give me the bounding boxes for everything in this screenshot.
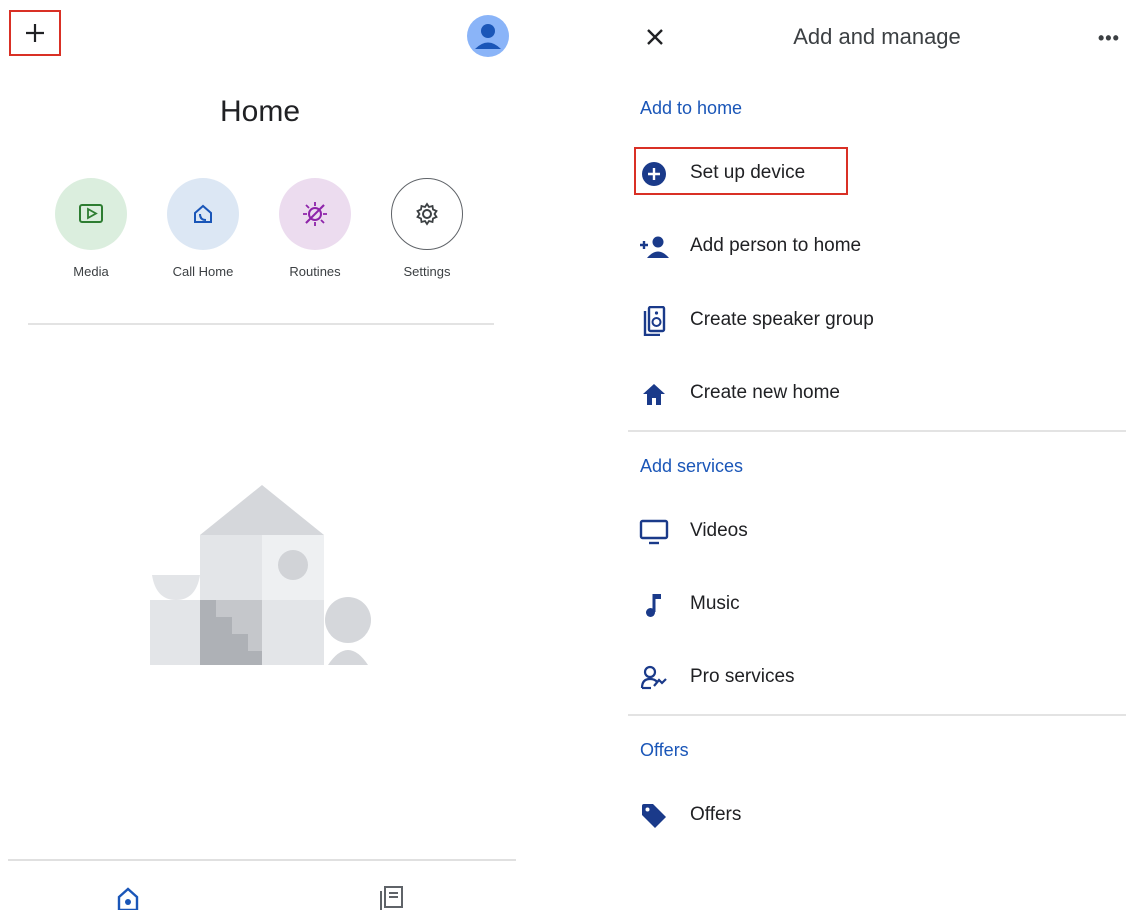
tag-icon xyxy=(642,804,666,828)
home-illustration xyxy=(150,485,371,665)
menu-item-label: Pro services xyxy=(690,666,795,687)
section-divider xyxy=(628,430,1126,432)
home-icon xyxy=(643,384,665,405)
section-add-to-home: Add to home xyxy=(640,98,743,118)
menu-item-label: Create speaker group xyxy=(690,309,874,330)
more-options-icon[interactable]: ••• xyxy=(1098,28,1120,49)
speaker-group-icon xyxy=(643,306,666,336)
shortcut-media[interactable]: Media xyxy=(36,178,146,279)
shortcut-label: Call Home xyxy=(172,264,234,279)
menu-item-pro-services[interactable]: Pro services xyxy=(628,658,1126,698)
media-icon xyxy=(79,204,103,223)
section-add-services: Add services xyxy=(640,456,744,476)
shortcut-call-home[interactable]: Call Home xyxy=(148,178,258,279)
home-screen: Home Media Call Home Routines Settings xyxy=(0,0,520,910)
feed-nav-icon[interactable] xyxy=(378,885,404,910)
menu-item-label: Create new home xyxy=(690,382,840,403)
gear-icon xyxy=(416,202,438,226)
tv-icon xyxy=(639,519,669,545)
plus-icon xyxy=(26,24,44,42)
call-home-icon xyxy=(194,204,212,223)
menu-item-label: Music xyxy=(690,593,740,614)
page-title: Add and manage xyxy=(793,24,961,49)
menu-item-label: Videos xyxy=(690,520,748,541)
menu-item-label: Set up device xyxy=(690,162,806,183)
add-circle-icon xyxy=(642,162,666,186)
bottom-nav-divider xyxy=(8,859,516,861)
menu-item-music[interactable]: Music xyxy=(628,585,1126,625)
menu-item-add-person[interactable]: Add person to home xyxy=(628,227,1126,267)
add-person-icon xyxy=(640,236,669,258)
menu-item-label: Add person to home xyxy=(690,235,862,256)
section-offers: Offers xyxy=(640,740,689,760)
avatar[interactable] xyxy=(466,14,510,58)
shortcut-label: Routines xyxy=(289,264,341,279)
shortcut-label: Media xyxy=(73,264,109,279)
menu-item-create-new-home[interactable]: Create new home xyxy=(628,374,1126,414)
menu-item-set-up-device[interactable]: Set up device xyxy=(628,154,1126,194)
add-button[interactable] xyxy=(9,10,61,56)
page-title: Home xyxy=(219,95,301,128)
add-and-manage-screen: Add and manage ••• Add to home Set up de… xyxy=(628,0,1126,910)
pro-services-icon xyxy=(640,665,667,690)
menu-item-offers[interactable]: Offers xyxy=(628,796,1126,836)
home-nav-icon[interactable] xyxy=(115,885,141,910)
menu-item-create-speaker-group[interactable]: Create speaker group xyxy=(628,301,1126,341)
routines-icon xyxy=(303,202,327,226)
divider xyxy=(28,323,494,325)
menu-item-label: Offers xyxy=(690,804,742,825)
shortcut-routines[interactable]: Routines xyxy=(260,178,370,279)
music-note-icon xyxy=(646,594,661,617)
shortcut-label: Settings xyxy=(403,264,451,279)
shortcut-settings[interactable]: Settings xyxy=(372,178,482,279)
section-divider xyxy=(628,714,1126,716)
menu-item-videos[interactable]: Videos xyxy=(628,512,1126,552)
